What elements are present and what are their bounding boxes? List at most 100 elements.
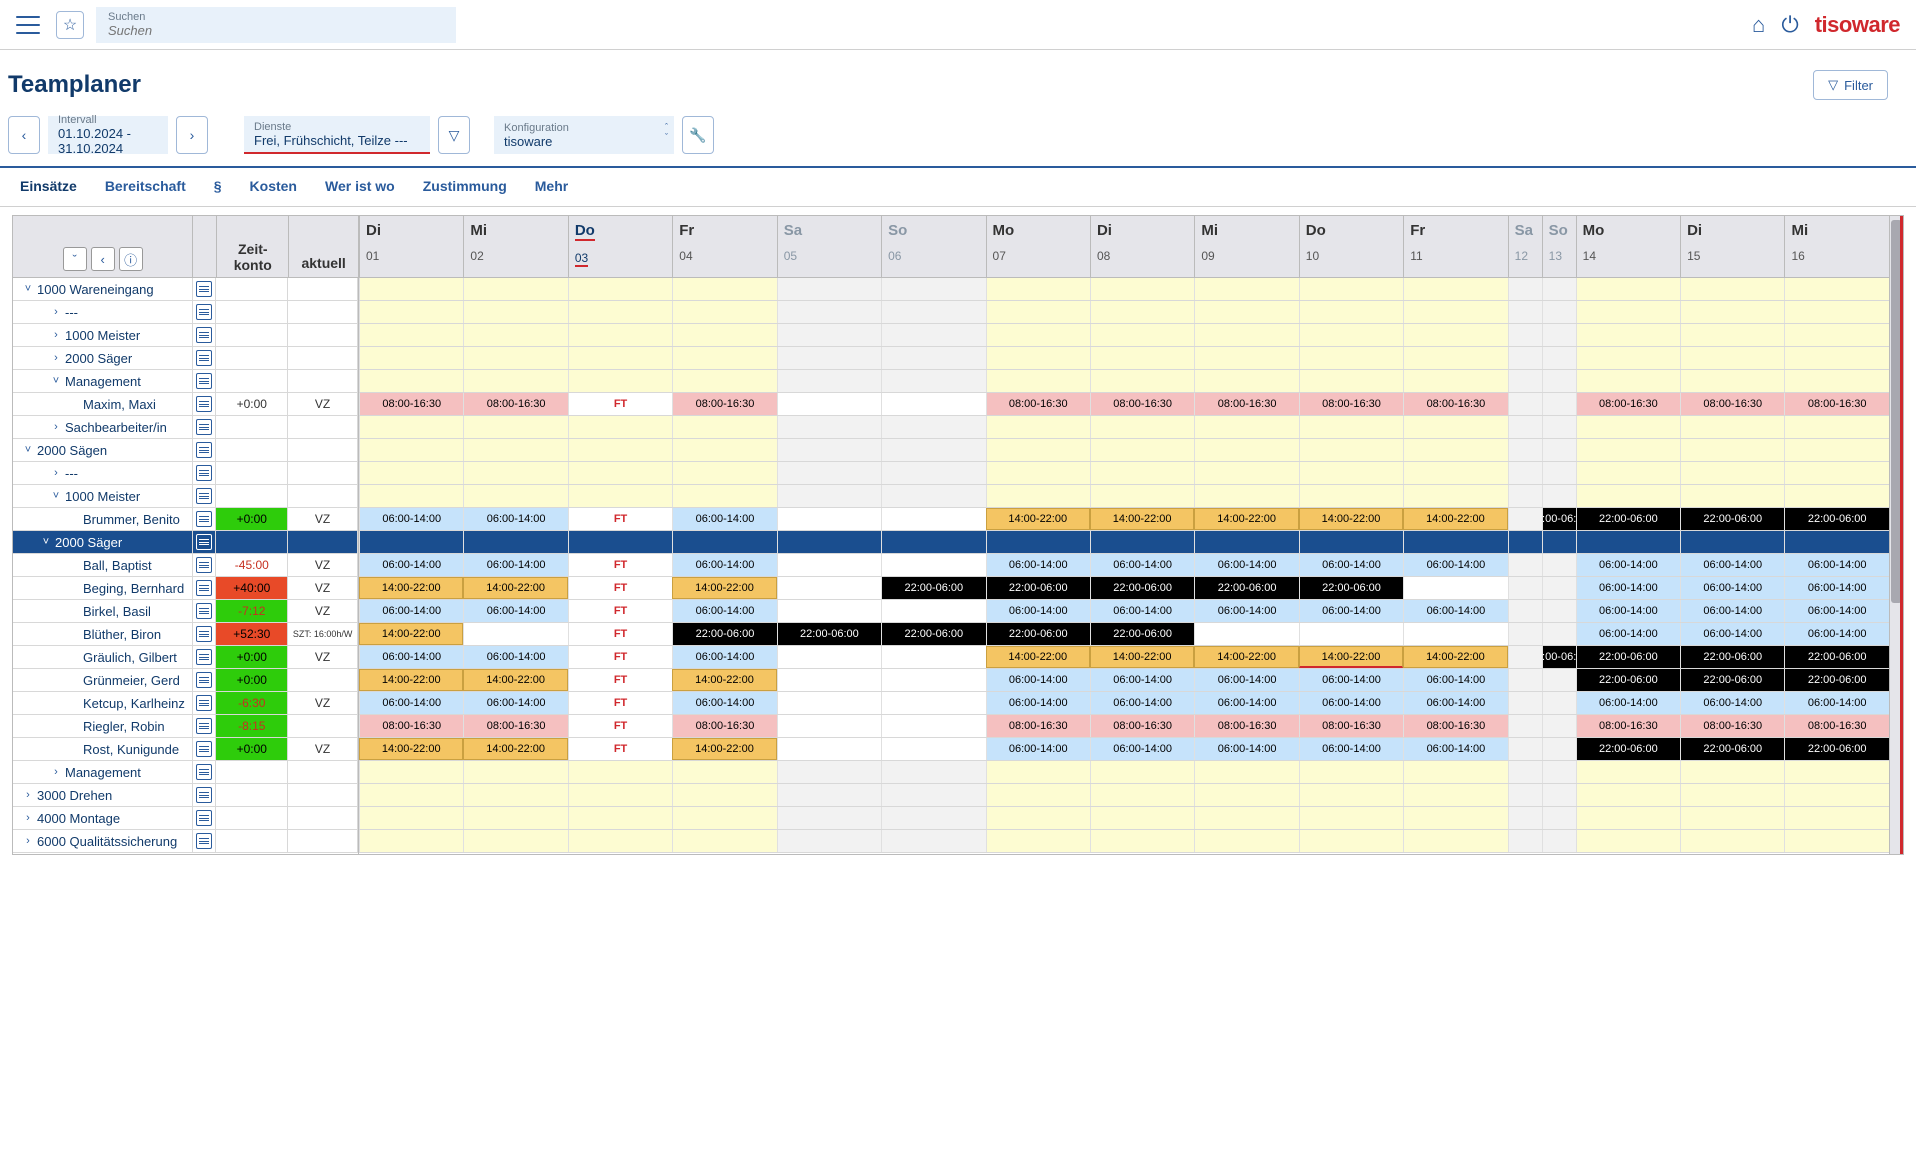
info-button[interactable]: ⓘ — [119, 247, 143, 271]
chevron-right-icon[interactable]: › — [47, 306, 65, 318]
shift-cell[interactable]: 06:00-14:00 — [1403, 554, 1507, 576]
row-menu-button[interactable] — [192, 577, 216, 599]
shift-cell[interactable]: 14:00-22:00 — [1090, 508, 1194, 530]
shift-cell[interactable]: 06:00-14:00 — [1194, 692, 1298, 714]
shift-cell[interactable]: 22:00-06:00 — [986, 623, 1090, 645]
shift-cell[interactable]: 06:00-14:00 — [1090, 600, 1194, 622]
day-header-04[interactable]: Fr04 — [672, 216, 776, 277]
shift-cell[interactable]: 22:00-06:00 — [1680, 669, 1784, 691]
row-name-cell[interactable]: ›Management — [13, 761, 192, 783]
shift-cell[interactable] — [777, 738, 881, 760]
shift-cell[interactable]: 22:00-06:00 — [1090, 623, 1194, 645]
row-name-cell[interactable]: Gräulich, Gilbert — [13, 646, 192, 668]
shift-cell[interactable]: 22:00-06:00 — [1090, 577, 1194, 599]
right-body[interactable]: 08:00-16:30 08:00-16:30 FT 08:00-16:30 08:00… — [359, 278, 1889, 854]
row-name-cell[interactable]: Birkel, Basil — [13, 600, 192, 622]
row-menu-button[interactable] — [192, 830, 216, 852]
shift-cell[interactable] — [1508, 554, 1542, 576]
shift-cell[interactable]: 06:00-14:00 — [359, 508, 463, 530]
day-header-05[interactable]: Sa05 — [777, 216, 881, 277]
shift-cell[interactable] — [777, 692, 881, 714]
shift-cell[interactable]: 14:00-22:00 — [359, 738, 463, 760]
shift-cell[interactable]: 08:00-16:30 — [1576, 715, 1680, 737]
shift-cell[interactable]: 08:00-16:30 — [672, 393, 776, 415]
row-menu-button[interactable] — [192, 669, 216, 691]
shift-cell[interactable]: 08:00-16:30 — [1576, 393, 1680, 415]
chevron-right-icon[interactable]: › — [19, 789, 37, 801]
chevron-right-icon[interactable]: › — [19, 812, 37, 824]
shift-cell[interactable] — [1508, 393, 1542, 415]
shift-cell[interactable]: FT — [568, 508, 672, 530]
shift-cell[interactable]: 06:00-14:00 — [1576, 692, 1680, 714]
shift-cell[interactable] — [1542, 393, 1576, 415]
chevron-right-icon[interactable]: › — [47, 352, 65, 364]
tab-[interactable]: § — [214, 178, 222, 198]
interval-field[interactable]: Intervall 01.10.2024 - 31.10.2024 — [48, 116, 168, 154]
shift-cell[interactable]: 06:00-14:00 — [1680, 623, 1784, 645]
row-name-cell[interactable]: ›2000 Säger — [13, 347, 192, 369]
shift-cell[interactable] — [1508, 692, 1542, 714]
row-menu-button[interactable] — [192, 646, 216, 668]
shift-cell[interactable]: 08:00-16:30 — [986, 715, 1090, 737]
shift-cell[interactable]: 08:00-16:30 — [1403, 715, 1507, 737]
shift-cell[interactable]: FT — [568, 669, 672, 691]
day-header-02[interactable]: Mi02 — [463, 216, 567, 277]
shift-cell[interactable]: 22:00-06:00 — [1542, 508, 1576, 530]
shift-cell[interactable]: 06:00-14:00 — [1784, 692, 1888, 714]
shift-cell[interactable] — [881, 692, 985, 714]
shift-cell[interactable]: 22:00-06:00 — [1680, 646, 1784, 668]
shift-cell[interactable]: 06:00-14:00 — [1090, 738, 1194, 760]
shift-cell[interactable] — [1508, 508, 1542, 530]
shift-cell[interactable]: 06:00-14:00 — [1680, 600, 1784, 622]
chevron-right-icon[interactable]: › — [47, 421, 65, 433]
shift-cell[interactable]: 08:00-16:30 — [463, 393, 567, 415]
shift-cell[interactable]: 22:00-06:00 — [1784, 646, 1888, 668]
shift-cell[interactable]: 06:00-14:00 — [1403, 600, 1507, 622]
collapse-all-button[interactable]: ˇ — [63, 247, 87, 271]
shift-cell[interactable]: 22:00-06:00 — [1784, 669, 1888, 691]
tab-kosten[interactable]: Kosten — [250, 178, 297, 198]
shift-cell[interactable]: 08:00-16:30 — [1299, 393, 1403, 415]
row-name-cell[interactable]: Beging, Bernhard — [13, 577, 192, 599]
shift-cell[interactable]: 06:00-14:00 — [1576, 623, 1680, 645]
row-name-cell[interactable]: ›6000 Qualitätssicherung — [13, 830, 192, 852]
shift-cell[interactable]: 08:00-16:30 — [1194, 715, 1298, 737]
shift-cell[interactable]: 06:00-14:00 — [463, 646, 567, 668]
row-name-cell[interactable]: Riegler, Robin — [13, 715, 192, 737]
shift-cell[interactable]: 14:00-22:00 — [1403, 646, 1507, 668]
shift-cell[interactable] — [1403, 577, 1507, 599]
shift-cell[interactable]: 14:00-22:00 — [1090, 646, 1194, 668]
row-name-cell[interactable]: ›3000 Drehen — [13, 784, 192, 806]
shift-cell[interactable]: 22:00-06:00 — [1576, 738, 1680, 760]
shift-cell[interactable]: 14:00-22:00 — [672, 738, 776, 760]
chevron-right-icon[interactable]: › — [47, 467, 65, 479]
shift-cell[interactable]: 06:00-14:00 — [1576, 600, 1680, 622]
shift-cell[interactable]: 14:00-22:00 — [1299, 508, 1403, 530]
row-name-cell[interactable]: ›1000 Meister — [13, 324, 192, 346]
shift-cell[interactable]: 06:00-14:00 — [463, 508, 567, 530]
shift-cell[interactable]: 22:00-06:00 — [1784, 508, 1888, 530]
day-header-10[interactable]: Do10 — [1299, 216, 1403, 277]
shift-cell[interactable]: 14:00-22:00 — [672, 669, 776, 691]
shift-cell[interactable]: 08:00-16:30 — [672, 715, 776, 737]
shift-cell[interactable]: 06:00-14:00 — [672, 554, 776, 576]
row-name-cell[interactable]: Brummer, Benito — [13, 508, 192, 530]
shift-cell[interactable] — [881, 738, 985, 760]
shift-cell[interactable]: 06:00-14:00 — [1784, 623, 1888, 645]
shift-cell[interactable]: 06:00-14:00 — [672, 508, 776, 530]
row-menu-button[interactable] — [192, 807, 216, 829]
shift-cell[interactable] — [1508, 577, 1542, 599]
shift-cell[interactable]: 14:00-22:00 — [359, 669, 463, 691]
day-header-09[interactable]: Mi09 — [1194, 216, 1298, 277]
shift-cell[interactable]: 06:00-14:00 — [359, 554, 463, 576]
shift-cell[interactable]: 06:00-14:00 — [1784, 600, 1888, 622]
shift-cell[interactable]: 06:00-14:00 — [359, 692, 463, 714]
shift-cell[interactable] — [1542, 623, 1576, 645]
shift-cell[interactable]: 14:00-22:00 — [986, 646, 1090, 668]
shift-cell[interactable]: 14:00-22:00 — [359, 577, 463, 599]
shift-cell[interactable] — [1508, 738, 1542, 760]
row-menu-button[interactable] — [192, 738, 216, 760]
shift-cell[interactable] — [1542, 669, 1576, 691]
day-header-03[interactable]: Do03 — [568, 216, 672, 277]
shift-cell[interactable]: 06:00-14:00 — [359, 600, 463, 622]
